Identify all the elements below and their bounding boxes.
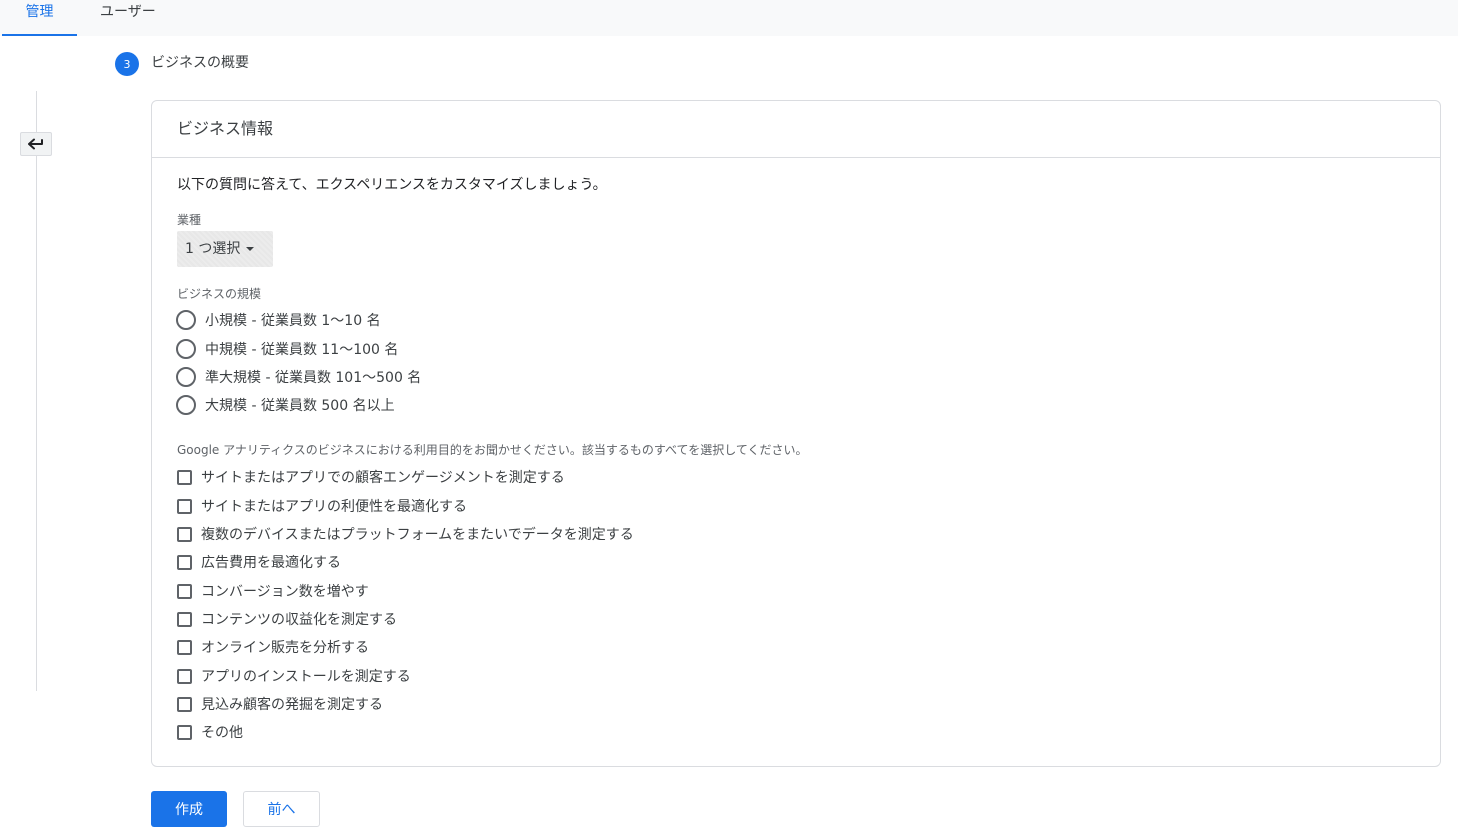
back-button[interactable] [20,132,52,156]
purpose-option[interactable]: 広告費用を最適化する [177,552,341,572]
purpose-option[interactable]: 複数のデバイスまたはプラットフォームをまたいでデータを測定する [177,524,634,544]
purpose-option-label: コンテンツの収益化を測定する [201,612,397,628]
checkbox[interactable] [177,724,192,740]
intro-text: 以下の質問に答えて、エクスペリエンスをカスタマイズしましょう。 [177,177,607,193]
previous-button[interactable]: 前へ [243,791,320,827]
checkbox[interactable] [177,526,192,542]
checkbox[interactable] [177,498,192,514]
industry-label: 業種 [177,213,202,227]
caret-down-icon [246,247,255,251]
step-number-badge: 3 [115,52,139,76]
tab-admin[interactable]: 管理 [2,0,77,36]
checkbox[interactable] [177,554,192,570]
radio-button[interactable] [176,310,196,330]
purpose-label: Google アナリティクスのビジネスにおける利用目的をお聞かせください。該当す… [177,443,808,457]
purpose-option-label: その他 [201,725,243,741]
create-button[interactable]: 作成 [151,791,227,827]
size-option-large-mid[interactable]: 準大規模 - 従業員数 101～500 名 [176,366,421,388]
purpose-option[interactable]: サイトまたはアプリでの顧客エンゲージメントを測定する [177,467,565,487]
left-rail [36,91,37,691]
tab-users[interactable]: ユーザー [100,0,156,36]
industry-select[interactable]: 1 つ選択 [177,231,273,267]
purpose-option[interactable]: コンテンツの収益化を測定する [177,609,397,629]
checkbox[interactable] [177,696,192,712]
purpose-option-label: 見込み顧客の発掘を測定する [201,697,383,713]
purpose-option[interactable]: オンライン販売を分析する [177,637,369,657]
purpose-option-label: アプリのインストールを測定する [201,669,411,685]
size-option-label: 小規模 - 従業員数 1～10 名 [205,313,381,329]
radio-button[interactable] [176,367,196,387]
purpose-option-label: 広告費用を最適化する [201,555,341,571]
step-title: ビジネスの概要 [151,55,249,71]
size-option-label: 大規模 - 従業員数 500 名以上 [205,398,395,414]
business-size-label: ビジネスの規模 [177,287,262,301]
purpose-option[interactable]: アプリのインストールを測定する [177,666,411,686]
radio-button[interactable] [176,395,196,415]
purpose-option-label: コンバージョン数を増やす [201,584,369,600]
arrow-back-icon [28,138,43,150]
size-option-label: 中規模 - 従業員数 11～100 名 [205,342,399,358]
top-tab-bar: 管理 ユーザー [0,0,1458,36]
size-option-label: 準大規模 - 従業員数 101～500 名 [205,370,422,386]
checkbox[interactable] [177,639,192,655]
purpose-option[interactable]: サイトまたはアプリの利便性を最適化する [177,496,467,516]
business-info-card: ビジネス情報 以下の質問に答えて、エクスペリエンスをカスタマイズしましょう。 業… [151,100,1441,767]
checkbox[interactable] [177,469,192,485]
checkbox[interactable] [177,611,192,627]
purpose-option[interactable]: その他 [177,722,243,742]
industry-select-value: 1 つ選択 [185,241,241,257]
purpose-option[interactable]: コンバージョン数を増やす [177,581,369,601]
checkbox[interactable] [177,583,192,599]
purpose-option[interactable]: 見込み顧客の発掘を測定する [177,694,383,714]
checkbox[interactable] [177,668,192,684]
card-title: ビジネス情報 [152,101,1440,158]
radio-button[interactable] [176,339,196,359]
size-option-small[interactable]: 小規模 - 従業員数 1～10 名 [176,309,381,331]
purpose-option-label: 複数のデバイスまたはプラットフォームをまたいでデータを測定する [201,527,634,543]
size-option-medium[interactable]: 中規模 - 従業員数 11～100 名 [176,338,398,360]
purpose-option-label: サイトまたはアプリでの顧客エンゲージメントを測定する [201,470,565,486]
size-option-large[interactable]: 大規模 - 従業員数 500 名以上 [176,394,395,416]
purpose-option-label: オンライン販売を分析する [201,640,369,656]
purpose-option-label: サイトまたはアプリの利便性を最適化する [201,499,467,515]
